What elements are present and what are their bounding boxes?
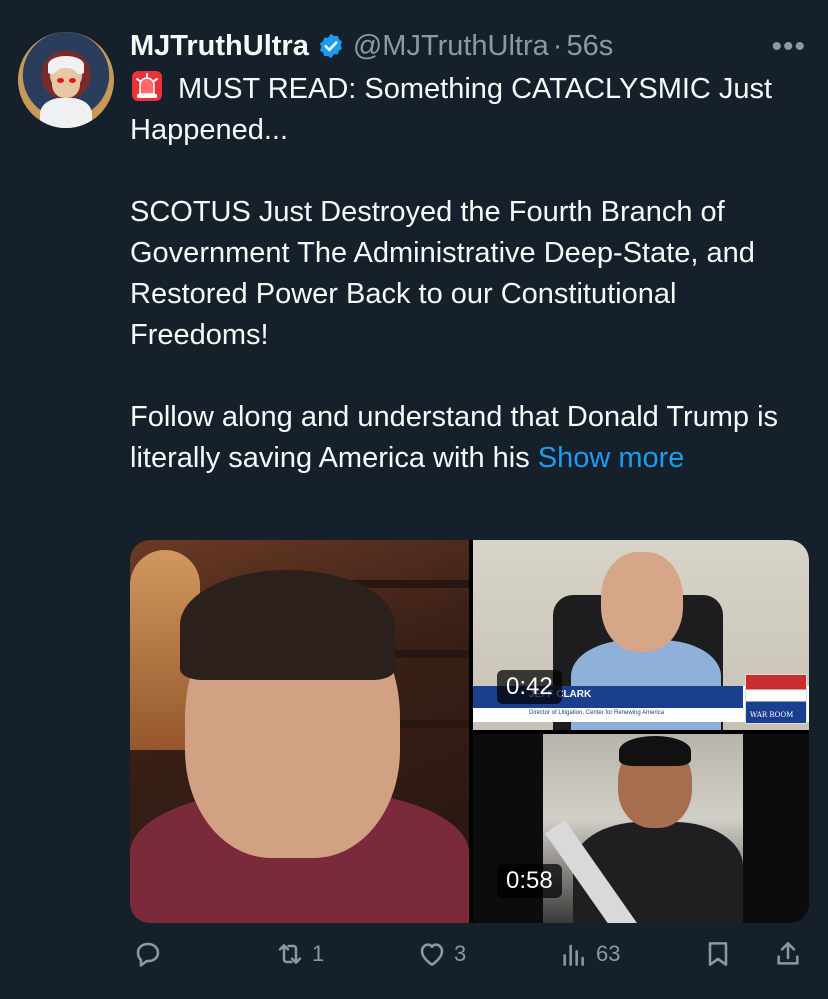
siren-emoji-icon [132, 71, 162, 101]
views-button[interactable]: 63 [558, 938, 620, 970]
person-hair [180, 570, 395, 680]
video-thumbnail-1[interactable] [130, 540, 469, 923]
avatar[interactable] [18, 32, 114, 128]
tweet-header: MJTruthUltra @MJTruthUltra · 56s [130, 28, 613, 64]
share-button[interactable] [772, 938, 804, 970]
tweet-text: MUST READ: Something CATACLYSMIC Just Ha… [130, 69, 810, 479]
repost-count: 1 [312, 941, 325, 966]
bookmark-icon [708, 942, 728, 966]
verified-badge-icon [319, 33, 342, 59]
tweet-action-bar: 1 3 63 [130, 938, 810, 982]
like-count: 3 [454, 941, 467, 966]
tweet-line-1: MUST READ: Something CATACLYSMIC Just Ha… [130, 73, 773, 146]
repost-button[interactable]: 1 [274, 938, 324, 970]
person-hair [619, 736, 691, 766]
author-handle[interactable]: @MJTruthUltra [353, 30, 549, 63]
person-head [601, 552, 683, 652]
war-room-logo: WAR ROOM [745, 674, 807, 724]
video-thumbnail-2[interactable]: JEFF CLARK Director of Litigation, Cente… [473, 540, 809, 730]
reply-icon [136, 942, 160, 967]
video-duration-badge: 0:42 [497, 670, 562, 704]
view-count: 63 [596, 941, 621, 966]
tweet-paragraph-2: SCOTUS Just Destroyed the Fourth Branch … [130, 196, 755, 351]
author-name[interactable]: MJTruthUltra [130, 30, 309, 63]
more-horizontal-icon[interactable]: ••• [771, 30, 806, 64]
share-icon [777, 942, 799, 965]
separator-dot: · [552, 29, 563, 62]
avatar-eye-right [69, 78, 76, 83]
views-icon [563, 944, 584, 966]
bookmark-button[interactable] [702, 938, 734, 970]
avatar-eye-left [57, 78, 64, 83]
show-more-link[interactable]: Show more [538, 442, 685, 474]
video-thumbnail-3[interactable]: 0:58 [473, 734, 809, 923]
tweet-timestamp[interactable]: 56s [566, 30, 613, 63]
lower-third-title: Director of Litigation, Center for Renew… [529, 710, 665, 716]
reply-button[interactable] [132, 938, 164, 970]
repost-icon [278, 944, 302, 964]
avatar-shirt [40, 98, 92, 128]
like-button[interactable]: 3 [416, 938, 466, 970]
media-grid: JEFF CLARK Director of Litigation, Cente… [130, 540, 809, 923]
heart-icon [420, 943, 444, 966]
avatar-face [52, 68, 80, 98]
video-duration-badge: 0:58 [497, 864, 562, 898]
logo-text: WAR ROOM [750, 711, 794, 719]
